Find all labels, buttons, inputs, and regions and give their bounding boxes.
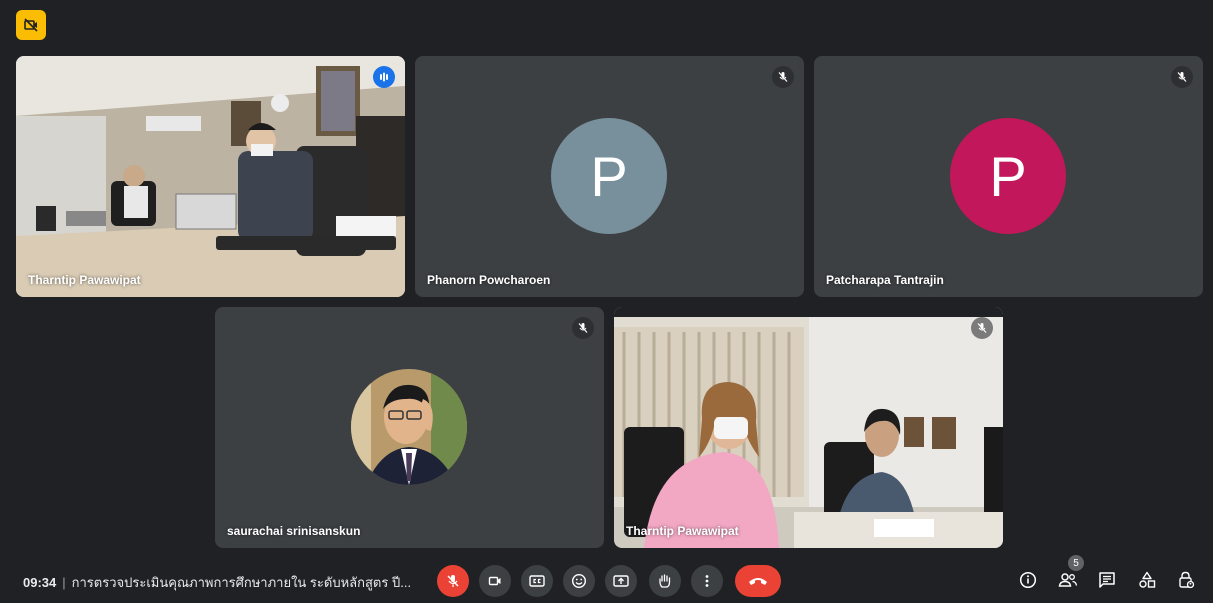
- participant-tile-2[interactable]: P Phanorn Powcharoen: [415, 56, 804, 297]
- info-icon: [1019, 571, 1037, 589]
- meeting-separator: |: [62, 575, 66, 590]
- participant-tile-4[interactable]: saurachai srinisanskun: [215, 307, 604, 548]
- avatar-initial: P: [989, 144, 1027, 208]
- participant-video: [614, 307, 1003, 548]
- activities-button[interactable]: [1136, 569, 1158, 591]
- camera-off-badge-icon[interactable]: [16, 10, 46, 40]
- people-icon: [1058, 573, 1078, 587]
- avatar-initial: P: [590, 144, 628, 208]
- mic-off-icon: [1171, 66, 1193, 88]
- participant-tile-1[interactable]: Tharntip Pawawipat: [16, 56, 405, 297]
- chat-button[interactable]: [1096, 569, 1118, 591]
- raise-hand-button[interactable]: [649, 565, 681, 597]
- activities-shapes-icon: [1139, 571, 1156, 588]
- participant-video: [16, 56, 405, 297]
- hang-up-icon: [749, 578, 767, 585]
- leave-call-button[interactable]: [735, 565, 781, 597]
- participant-tile-3[interactable]: P Patcharapa Tantrajin: [814, 56, 1203, 297]
- bottom-control-bar: 09:34 | การตรวจประเมินคุณภาพการศึกษาภายใน …: [0, 555, 1213, 603]
- present-screen-icon: [613, 575, 629, 587]
- present-screen-button[interactable]: [605, 565, 637, 597]
- more-vert-icon: [705, 575, 709, 587]
- meeting-time: 09:34: [23, 575, 57, 590]
- video-camera-icon: [488, 576, 501, 586]
- meeting-details-button[interactable]: [1017, 569, 1039, 591]
- participant-avatar: P: [551, 118, 667, 234]
- participant-photo: [351, 369, 467, 485]
- lock-person-icon: [1179, 571, 1195, 589]
- participant-avatar: P: [950, 118, 1066, 234]
- participant-name: Tharntip Pawawipat: [28, 273, 141, 287]
- mic-off-icon: [971, 317, 993, 339]
- camera-toggle-button[interactable]: [479, 565, 511, 597]
- participant-tile-5[interactable]: Tharntip Pawawipat: [614, 307, 1003, 548]
- host-controls-button[interactable]: [1175, 569, 1197, 591]
- mic-off-icon: [447, 575, 459, 587]
- reactions-button[interactable]: [563, 565, 595, 597]
- emoji-icon: [571, 573, 587, 589]
- participant-name: Tharntip Pawawipat: [626, 524, 739, 538]
- speaking-indicator-icon: [373, 66, 395, 88]
- closed-captions-icon: [529, 575, 545, 587]
- mic-off-icon: [572, 317, 594, 339]
- raise-hand-icon: [659, 574, 671, 588]
- captions-button[interactable]: [521, 565, 553, 597]
- microphone-toggle-button[interactable]: [437, 565, 469, 597]
- participant-name: saurachai srinisanskun: [227, 524, 361, 538]
- chat-icon: [1099, 572, 1115, 588]
- people-button[interactable]: [1057, 569, 1079, 591]
- meeting-title: การตรวจประเมินคุณภาพการศึกษาภายใน ระดับห…: [71, 575, 412, 590]
- more-options-button[interactable]: [691, 565, 723, 597]
- participant-name: Phanorn Powcharoen: [427, 273, 551, 287]
- meeting-info: 09:34 | การตรวจประเมินคุณภาพการศึกษาภายใน …: [23, 572, 411, 593]
- mic-off-icon: [772, 66, 794, 88]
- participant-name: Patcharapa Tantrajin: [826, 273, 944, 287]
